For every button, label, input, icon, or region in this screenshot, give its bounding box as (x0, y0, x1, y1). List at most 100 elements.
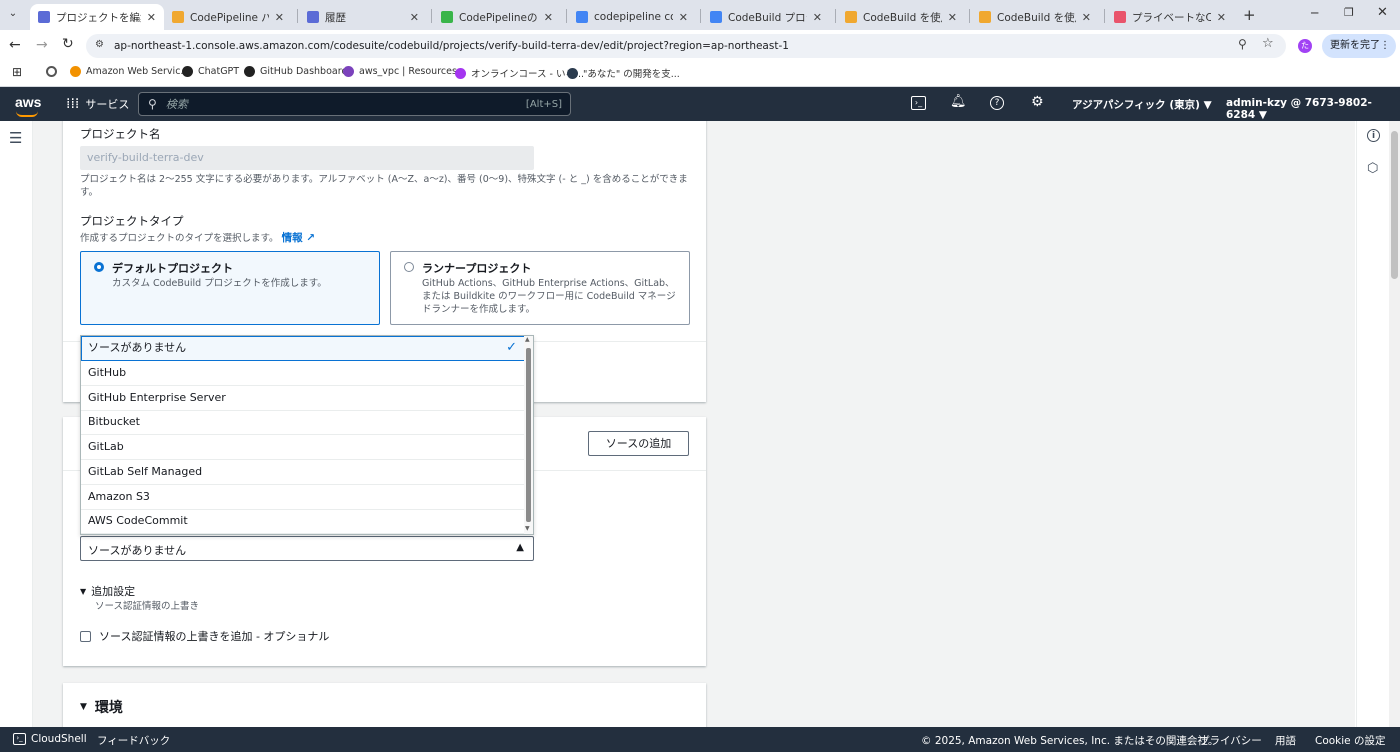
dropdown-scrollbar[interactable]: ▲ ▼ (524, 336, 533, 534)
tab-close-icon[interactable]: ✕ (948, 11, 957, 24)
project-type-label: プロジェクトタイプ (80, 214, 184, 228)
restore-icon[interactable]: ❐ (1344, 6, 1354, 19)
info-link[interactable]: 情報 ↗ (282, 232, 315, 244)
dropdown-scroll-up-icon[interactable]: ▲ (525, 336, 530, 343)
dropdown-scroll-down-icon[interactable]: ▼ (525, 525, 530, 532)
dropdown-option[interactable]: GitLab Self Managed (81, 460, 525, 485)
profile-avatar[interactable]: た (1298, 39, 1312, 53)
browser-tab[interactable]: プロジェクトを編集 | Co ✕ (30, 4, 164, 30)
tab-close-icon[interactable]: ✕ (1217, 11, 1226, 24)
tab-separator (297, 9, 298, 23)
close-window-icon[interactable]: ✕ (1377, 5, 1388, 20)
browser-tab[interactable]: プライベートなCodeBuil ✕ (1106, 4, 1234, 30)
minimize-icon[interactable]: ─ (1311, 6, 1318, 20)
bookmark-label: "あなた" の開発を支... (583, 69, 680, 80)
bookmark-star-icon[interactable]: ☆ (1262, 36, 1274, 51)
override-credentials-option[interactable]: ソース認証情報の上書きを追加 - オプショナル (80, 628, 329, 644)
help-icon[interactable]: ? (990, 96, 1004, 110)
runner-project-card[interactable]: ランナープロジェクト GitHub Actions、GitHub Enterpr… (390, 251, 690, 325)
browser-tab[interactable]: CodeBuild を使用する ✕ (971, 4, 1099, 30)
cloudshell-link[interactable]: ›_ CloudShell (13, 733, 87, 745)
project-name-input[interactable]: verify-build-terra-dev (80, 146, 534, 170)
services-menu[interactable]: ⁞⁞⁞ サービス (66, 96, 129, 112)
dropdown-option[interactable]: GitHub Enterprise Server (81, 386, 525, 411)
forward-icon[interactable]: → (36, 37, 48, 53)
tab-close-icon[interactable]: ✕ (813, 11, 822, 24)
site-info-icon[interactable]: ⚙ (95, 39, 104, 50)
main-content: プロジェクト名 verify-build-terra-dev プロジェクト名は … (33, 121, 1355, 727)
runner-project-title: ランナープロジェクト (422, 262, 532, 275)
terms-link[interactable]: 用語 (1275, 733, 1296, 748)
browser-tab[interactable]: CodeBuild プロジェクト ✕ (702, 4, 830, 30)
scrollbar-thumb[interactable] (1391, 131, 1398, 279)
caret-up-icon: ▲ (516, 542, 524, 553)
bookmark-item[interactable]: Amazon Web Servic... (70, 66, 189, 77)
account-menu[interactable]: admin-kzy @ 7673-9802-6284 ▼ (1226, 97, 1400, 121)
tools-hexagon-icon[interactable]: ⬡ (1367, 161, 1378, 176)
project-type-desc-text: 作成するプロジェクトのタイプを選択します。 (80, 233, 279, 244)
tab-close-icon[interactable]: ✕ (147, 11, 156, 24)
hamburger-menu-icon[interactable]: ☰ (9, 129, 22, 147)
aws-search-input[interactable]: ⚲ 検索 [Alt+S] (138, 92, 571, 116)
dropdown-option[interactable]: Bitbucket (81, 410, 525, 436)
project-name-label: プロジェクト名 (80, 127, 161, 141)
dropdown-option[interactable]: AWS CodeCommit (81, 509, 525, 535)
tab-close-icon[interactable]: ✕ (275, 11, 284, 24)
browser-tab[interactable]: 履歴 ✕ (299, 4, 427, 30)
default-project-radio[interactable] (94, 262, 104, 272)
tab-close-icon[interactable]: ✕ (679, 11, 688, 24)
source-provider-select[interactable]: ソースがありません ▲ (80, 536, 534, 561)
project-name-value: verify-build-terra-dev (87, 151, 204, 164)
runner-project-radio[interactable] (404, 262, 414, 272)
dropdown-option[interactable]: ソースがありません ✓ (81, 336, 525, 361)
chrome-icon[interactable] (46, 66, 57, 77)
new-tab-button[interactable]: + (1243, 6, 1256, 24)
browser-tab-bar: ⌄ プロジェクトを編集 | Co✕CodePipeline パイプラ✕履歴✕Co… (0, 0, 1400, 30)
dropdown-option[interactable]: GitHub (81, 361, 525, 386)
bookmark-item[interactable]: オンラインコース - いろ... (455, 66, 584, 80)
bookmark-item[interactable]: GitHub Dashboard (244, 66, 347, 77)
cloudshell-icon[interactable]: ›_ (911, 96, 926, 110)
notifications-bell-icon[interactable]: 🔔︎ (950, 94, 967, 109)
info-panel-icon[interactable]: i (1367, 129, 1380, 142)
default-project-card[interactable]: デフォルトプロジェクト カスタム CodeBuild プロジェクトを作成します。 (80, 251, 380, 325)
browser-tab[interactable]: CodePipelineのアーテ ✕ (433, 4, 561, 30)
browser-tab[interactable]: CodePipeline パイプラ ✕ (164, 4, 292, 30)
bookmark-item[interactable]: ChatGPT (182, 66, 239, 77)
browser-tab[interactable]: CodeBuild を使用する ✕ (837, 4, 965, 30)
page-scrollbar[interactable] (1389, 121, 1400, 727)
tab-close-icon[interactable]: ✕ (410, 11, 419, 24)
tab-close-icon[interactable]: ✕ (544, 11, 553, 24)
apps-grid-icon[interactable]: ⊞ (12, 65, 22, 79)
bookmark-item[interactable]: "あなた" の開発を支... (567, 66, 680, 80)
back-icon[interactable]: ← (9, 37, 21, 53)
dropdown-option-label: GitLab Self Managed (88, 464, 203, 478)
privacy-link[interactable]: プライバシー (1199, 733, 1262, 748)
left-nav-rail: ☰ (0, 121, 33, 727)
environment-header[interactable]: ▼ 環境 (80, 697, 123, 717)
tab-title: CodeBuild を使用する (997, 11, 1076, 24)
override-checkbox[interactable] (80, 630, 91, 642)
tab-search-icon[interactable]: ⌄ (6, 8, 20, 22)
aws-logo[interactable]: aws (15, 94, 41, 117)
address-bar[interactable]: ⚙ ap-northeast-1.console.aws.amazon.com/… (86, 34, 1286, 58)
tab-close-icon[interactable]: ✕ (1082, 11, 1091, 24)
browser-tab[interactable]: codepipeline codebu ✕ (568, 4, 696, 30)
additional-settings-toggle[interactable]: ▼ 追加設定 (80, 583, 135, 599)
reload-icon[interactable]: ↻ (62, 36, 74, 52)
feedback-link[interactable]: フィードバック (97, 733, 170, 748)
dropdown-option-label: Bitbucket (88, 415, 140, 429)
tab-title: プロジェクトを編集 | Co (56, 11, 141, 24)
bookmark-item[interactable]: aws_vpc | Resources... (343, 66, 466, 77)
zoom-icon[interactable]: ⚲ (1238, 37, 1247, 51)
dropdown-option[interactable]: GitLab (81, 435, 525, 460)
dropdown-scroll-thumb[interactable] (526, 348, 531, 522)
cookie-settings-link[interactable]: Cookie の設定 (1315, 733, 1385, 748)
environment-panel: ▼ 環境 (63, 683, 706, 727)
add-source-button[interactable]: ソースの追加 (588, 431, 689, 456)
dropdown-option[interactable]: Amazon S3 (81, 485, 525, 510)
right-tools-rail: i ⬡ (1356, 121, 1390, 727)
update-button[interactable]: 更新を完了 ⋮ (1322, 34, 1396, 58)
region-selector[interactable]: アジアパシフィック (東京) ▼ (1072, 97, 1212, 112)
settings-gear-icon[interactable]: ⚙ (1031, 94, 1044, 110)
